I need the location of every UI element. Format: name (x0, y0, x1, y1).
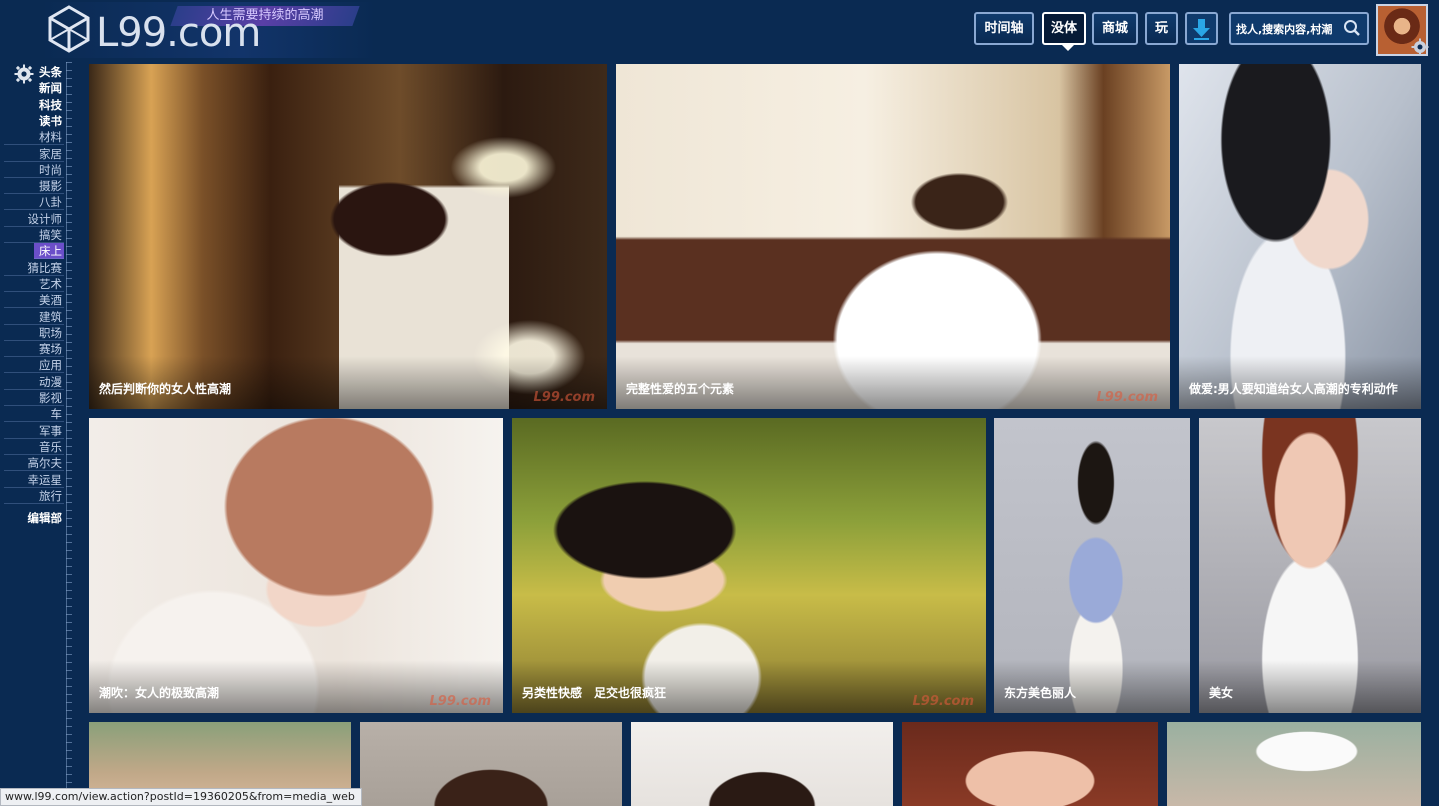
tile-1[interactable]: 然后判断你的女人性高潮 L99.com (89, 64, 607, 409)
sidebar-item[interactable]: 家居 (4, 146, 64, 162)
ruler-scale (66, 62, 80, 806)
sidebar-item[interactable]: 摄影 (4, 178, 64, 195)
sidebar-item[interactable]: 幸运星 (4, 472, 64, 488)
tile-4[interactable]: 潮吹：女人的极致高潮 L99.com (89, 418, 503, 713)
sidebar-item[interactable]: 旅行 (4, 488, 64, 504)
tile-7[interactable]: 美女 (1199, 418, 1421, 713)
sidebar-item[interactable]: 音乐 (4, 439, 64, 455)
settings-gear-icon[interactable] (1411, 38, 1429, 56)
download-button[interactable] (1185, 12, 1218, 45)
sidebar-item[interactable]: 读书 (4, 113, 64, 129)
search-box (1229, 12, 1369, 45)
l99-watermark: L99.com (429, 694, 492, 709)
site-logo[interactable]: 人生需要持续的高潮 L99.com (40, 2, 376, 58)
sidebar-item[interactable]: 搞笑 (4, 227, 64, 243)
sidebar-item[interactable]: 影视 (4, 390, 64, 406)
cube-logo-icon (48, 5, 90, 53)
tile-2[interactable]: 完整性爱的五个元素 L99.com (616, 64, 1170, 409)
sidebar-item[interactable]: 新闻 (4, 80, 64, 96)
nav-media[interactable]: 没体 (1042, 12, 1086, 51)
logo-text: L99.com (96, 10, 261, 56)
tile-10[interactable] (631, 722, 893, 806)
tile-6[interactable]: 东方美色丽人 (994, 418, 1190, 713)
l99-watermark: L99.com (533, 390, 596, 405)
tile-caption: 然后判断你的女人性高潮 (89, 356, 607, 409)
download-arrow-icon (1193, 19, 1210, 40)
sidebar-item[interactable]: 应用 (4, 357, 64, 374)
browser-status-bar: www.l99.com/view.action?postId=19360205&… (0, 788, 362, 806)
sidebar-item[interactable]: 职场 (4, 325, 64, 341)
tile-9[interactable] (360, 722, 622, 806)
tile-caption: 做爱:男人要知道给女人高潮的专利动作 (1179, 356, 1421, 409)
sidebar-item[interactable]: 建筑 (4, 309, 64, 325)
search-input[interactable] (1236, 18, 1336, 40)
nav-mall[interactable]: 商城 (1092, 12, 1138, 45)
l99-watermark: L99.com (912, 694, 975, 709)
sidebar-item[interactable]: 科技 (4, 97, 64, 113)
category-sidebar: 头条 新闻 科技 读书 材料 家居 时尚 摄影 八卦 设计师 搞笑 床上 猜比赛 艺术 美酒 建筑 职场 赛场 应用… (0, 62, 82, 806)
sidebar-item[interactable]: 高尔夫 (4, 455, 64, 472)
l99-watermark: L99.com (1096, 390, 1159, 405)
nav-play[interactable]: 玩 (1145, 12, 1178, 45)
top-header: 人生需要持续的高潮 L99.com 时间轴 没体 商城 玩 (0, 0, 1439, 62)
sidebar-item[interactable]: 动漫 (4, 374, 64, 390)
nav-timeline[interactable]: 时间轴 (974, 12, 1034, 45)
sidebar-item[interactable]: 设计师 (4, 211, 64, 227)
sidebar-item[interactable]: 车 (4, 406, 64, 423)
sidebar-item[interactable]: 军事 (4, 423, 64, 439)
tile-5[interactable]: 另类性快感 足交也很疯狂 L99.com (512, 418, 986, 713)
tile-11[interactable] (902, 722, 1158, 806)
sidebar-item[interactable]: 床上 (34, 243, 64, 260)
sidebar-item[interactable]: 猜比赛 (4, 260, 64, 276)
search-icon[interactable] (1343, 19, 1361, 37)
sidebar-item[interactable]: 赛场 (4, 341, 64, 358)
tile-caption: 美女 (1199, 660, 1421, 713)
sidebar-item-editorial[interactable]: 编辑部 (4, 510, 64, 526)
tile-12[interactable] (1167, 722, 1421, 806)
sidebar-item[interactable]: 材料 (4, 129, 64, 146)
sidebar-item[interactable]: 八卦 (4, 194, 64, 211)
sidebar-item[interactable]: 时尚 (4, 162, 64, 178)
tile-caption: 完整性爱的五个元素 (616, 356, 1170, 409)
sidebar-item[interactable]: 头条 (4, 64, 64, 80)
sidebar-item[interactable]: 艺术 (4, 276, 64, 292)
tile-3[interactable]: 做爱:男人要知道给女人高潮的专利动作 (1179, 64, 1421, 409)
tile-caption: 东方美色丽人 (994, 660, 1190, 713)
sidebar-item[interactable]: 美酒 (4, 292, 64, 309)
